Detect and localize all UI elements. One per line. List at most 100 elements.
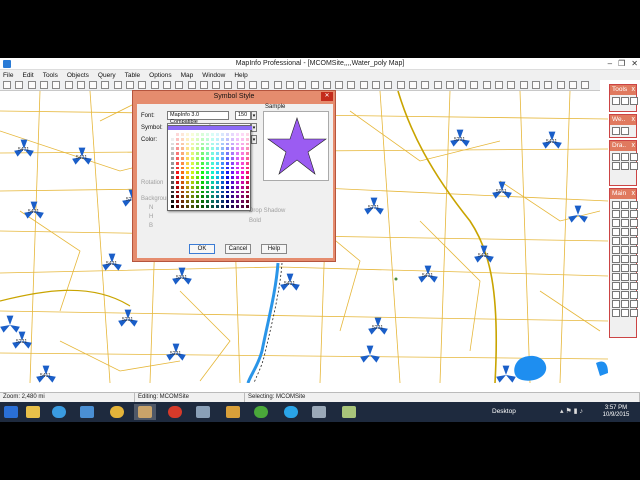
taskbar-utorrent[interactable] xyxy=(250,404,272,420)
menu-window[interactable]: Window xyxy=(202,72,225,79)
toolbar-button[interactable] xyxy=(433,81,442,89)
main-tool-button[interactable] xyxy=(612,309,620,317)
main-tool-button[interactable] xyxy=(630,309,638,317)
toolbar-button[interactable] xyxy=(187,81,196,89)
toolbar-button[interactable] xyxy=(175,81,184,89)
main-tool-button[interactable] xyxy=(630,210,638,218)
tool-button[interactable] xyxy=(612,97,620,105)
menu-objects[interactable]: Objects xyxy=(67,72,89,79)
main-tool-button[interactable] xyxy=(612,246,620,254)
size-select[interactable]: 150 xyxy=(235,111,251,120)
site-marker[interactable]: 5471 xyxy=(14,139,34,157)
draw-tool-button[interactable] xyxy=(621,153,629,161)
main-tool-button[interactable] xyxy=(621,300,629,308)
main-tool-button[interactable] xyxy=(630,237,638,245)
close-window-button[interactable]: ✕ xyxy=(631,59,638,68)
cancel-button[interactable]: Cancel xyxy=(225,244,251,254)
clock[interactable]: 3:57 PM 10/9/2015 xyxy=(596,405,636,419)
taskbar-opera[interactable] xyxy=(164,404,186,420)
toolbar-button[interactable] xyxy=(64,81,73,89)
main-tool-button[interactable] xyxy=(630,300,638,308)
taskbar-notes[interactable] xyxy=(338,404,360,420)
web-palette-close[interactable]: x xyxy=(632,115,636,125)
dialog-close-button[interactable]: ✕ xyxy=(321,92,333,101)
site-marker[interactable]: 5271 xyxy=(364,197,384,215)
menu-file[interactable]: File xyxy=(3,72,13,79)
toolbar-button[interactable] xyxy=(212,81,221,89)
system-tray[interactable]: ▴ ⚑ ▮ ♪ xyxy=(560,407,583,415)
main-tool-button[interactable] xyxy=(630,201,638,209)
site-marker[interactable]: 5421 xyxy=(72,147,92,165)
site-marker[interactable]: 5421 xyxy=(542,131,562,149)
main-tool-button[interactable] xyxy=(612,255,620,263)
drop-shadow-checkbox[interactable]: Drop Shadow xyxy=(249,208,285,214)
taskbar-skype[interactable] xyxy=(280,404,302,420)
toolbar-button[interactable] xyxy=(150,81,159,89)
start-button[interactable] xyxy=(0,404,22,420)
main-tool-button[interactable] xyxy=(621,309,629,317)
color-dropdown-arrow[interactable]: ▾ xyxy=(251,135,257,144)
toolbar-button[interactable] xyxy=(519,81,528,89)
toolbar-button[interactable] xyxy=(408,81,417,89)
toolbar-button[interactable] xyxy=(261,81,270,89)
toolbar-button[interactable] xyxy=(27,81,36,89)
taskbar-mapinfo[interactable] xyxy=(134,404,156,420)
toolbar-button[interactable] xyxy=(568,81,577,89)
toolbar-button[interactable] xyxy=(507,81,516,89)
color-palette-dropdown[interactable] xyxy=(167,125,252,211)
toolbar-button[interactable] xyxy=(322,81,331,89)
main-tool-button[interactable] xyxy=(630,273,638,281)
taskbar-chrome[interactable] xyxy=(106,404,128,420)
toolbar-button[interactable] xyxy=(162,81,171,89)
color-swatch[interactable] xyxy=(245,203,250,209)
draw-tool-button[interactable] xyxy=(612,162,620,170)
toolbar-button[interactable] xyxy=(335,81,344,89)
toolbar-button[interactable] xyxy=(113,81,122,89)
toolbar-button[interactable] xyxy=(531,81,540,89)
site-marker[interactable]: 5331 xyxy=(172,267,192,285)
main-tool-button[interactable] xyxy=(621,237,629,245)
tools-palette[interactable]: Tools x xyxy=(609,84,638,112)
tool-button[interactable] xyxy=(621,97,629,105)
main-tool-button[interactable] xyxy=(630,291,638,299)
background-border-option[interactable]: B xyxy=(149,223,153,229)
main-tool-button[interactable] xyxy=(612,264,620,272)
site-marker[interactable]: 5411 xyxy=(36,365,56,383)
main-tool-button[interactable] xyxy=(612,219,620,227)
toolbar-button[interactable] xyxy=(556,81,565,89)
background-none-option[interactable]: N xyxy=(149,205,153,211)
toolbar-button[interactable] xyxy=(347,81,356,89)
main-tool-button[interactable] xyxy=(630,228,638,236)
site-marker[interactable]: 5421 xyxy=(474,245,494,263)
toolbar-button[interactable] xyxy=(3,81,11,89)
web-tool-button[interactable] xyxy=(612,127,620,135)
site-marker[interactable]: 5421 xyxy=(280,273,300,291)
menu-help[interactable]: Help xyxy=(234,72,247,79)
background-halo-option[interactable]: H xyxy=(149,214,153,220)
toolbar-button[interactable] xyxy=(372,81,380,89)
ok-button[interactable]: OK xyxy=(189,244,215,254)
taskbar-remote[interactable] xyxy=(76,404,98,420)
main-tool-button[interactable] xyxy=(621,291,629,299)
draw-tool-button[interactable] xyxy=(621,162,629,170)
toolbar-button[interactable] xyxy=(126,81,134,89)
toolbar-button[interactable] xyxy=(445,81,454,89)
main-tool-button[interactable] xyxy=(621,273,629,281)
main-tool-button[interactable] xyxy=(612,228,620,236)
tools-palette-close[interactable]: x xyxy=(632,85,636,95)
site-marker[interactable]: 5221 xyxy=(166,343,186,361)
main-tool-button[interactable] xyxy=(630,255,638,263)
main-tool-button[interactable] xyxy=(621,228,629,236)
toolbar-button[interactable] xyxy=(470,81,479,89)
main-tool-button[interactable] xyxy=(621,255,629,263)
taskbar-app[interactable] xyxy=(192,404,214,420)
desktop-toolbar[interactable]: Desktop xyxy=(492,408,516,415)
main-tool-button[interactable] xyxy=(630,282,638,290)
main-tool-button[interactable] xyxy=(630,219,638,227)
site-marker[interactable] xyxy=(568,205,588,223)
tool-button[interactable] xyxy=(630,97,638,105)
main-tool-button[interactable] xyxy=(612,210,620,218)
main-tool-button[interactable] xyxy=(621,264,629,272)
toolbar-button[interactable] xyxy=(101,81,110,89)
main-palette[interactable]: Main x xyxy=(609,188,638,338)
